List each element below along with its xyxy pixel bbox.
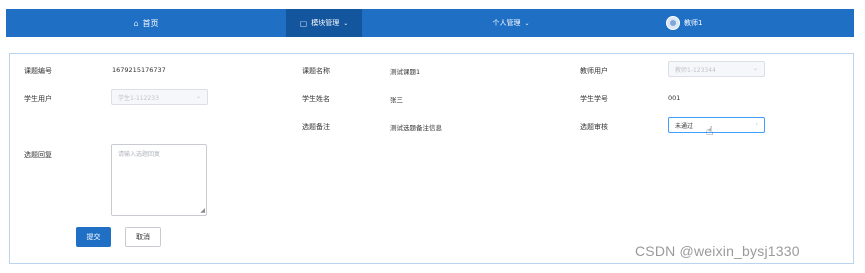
review-label: 选题审核 [580,123,608,131]
student-user-value: 学生1-112233 [118,94,159,102]
nav-module-management[interactable]: ▢ 模块管理 ⌄ [286,9,362,37]
resize-handle-icon[interactable]: ◢ [200,207,205,214]
chevron-down-icon: ⌄ [343,19,349,27]
teacher-user-label: 教师用户 [580,67,608,75]
home-icon: ⌂ [133,18,139,28]
student-user-select: 学生1-112233 ⌄ [111,89,208,105]
reply-textarea[interactable]: 请输入选题回复 ◢ [111,144,207,216]
module-icon: ▢ [299,18,308,28]
nav-personal-label: 个人管理 [492,19,521,27]
student-name-label: 学生姓名 [302,95,330,103]
chevron-down-icon: ⌄ [195,93,201,100]
submit-button[interactable]: 提交 [76,227,111,247]
review-status-select[interactable]: 未通过 › [668,117,765,133]
watermark: CSDN @weixin_bysj1330 [635,243,800,259]
hand-cursor-icon: ☝ [706,124,714,138]
avatar [666,16,680,30]
review-status-value: 未通过 [675,122,694,130]
reply-placeholder: 请输入选题回复 [118,151,161,158]
topic-no-value: 1679215176737 [112,66,166,74]
teacher-user-value: 教师1-123344 [675,66,716,74]
topic-no-label: 课题编号 [24,67,52,75]
student-no-value: 001 [668,94,681,102]
nav-home[interactable]: ⌂ 首页 [106,9,186,37]
student-user-label: 学生用户 [24,95,52,103]
nav-module-label: 模块管理 [311,19,340,27]
cancel-button[interactable]: 取消 [125,227,161,247]
nav-personal-management[interactable]: 个人管理 ⌄ [466,9,556,37]
teacher-user-select: 教师1-123344 ⌄ [668,61,765,77]
top-navbar: ⌂ 首页 ▢ 模块管理 ⌄ 个人管理 ⌄ 教师1 [6,9,854,37]
student-name-value: 张三 [390,96,403,104]
chevron-down-icon: ⌄ [752,65,758,72]
nav-user-menu[interactable]: 教师1 [666,9,726,37]
topic-name-value: 测试课题1 [390,68,421,76]
topic-name-label: 课题名称 [302,67,330,75]
student-no-label: 学生学号 [580,95,608,103]
nav-home-label: 首页 [142,18,159,28]
remark-label: 选题备注 [302,123,330,131]
chevron-down-icon: ⌄ [524,19,530,27]
chevron-right-icon: › [755,121,758,128]
remark-value: 测试选题备注信息 [390,124,442,132]
reply-label: 选题回复 [24,151,52,159]
nav-user-label: 教师1 [684,19,703,27]
